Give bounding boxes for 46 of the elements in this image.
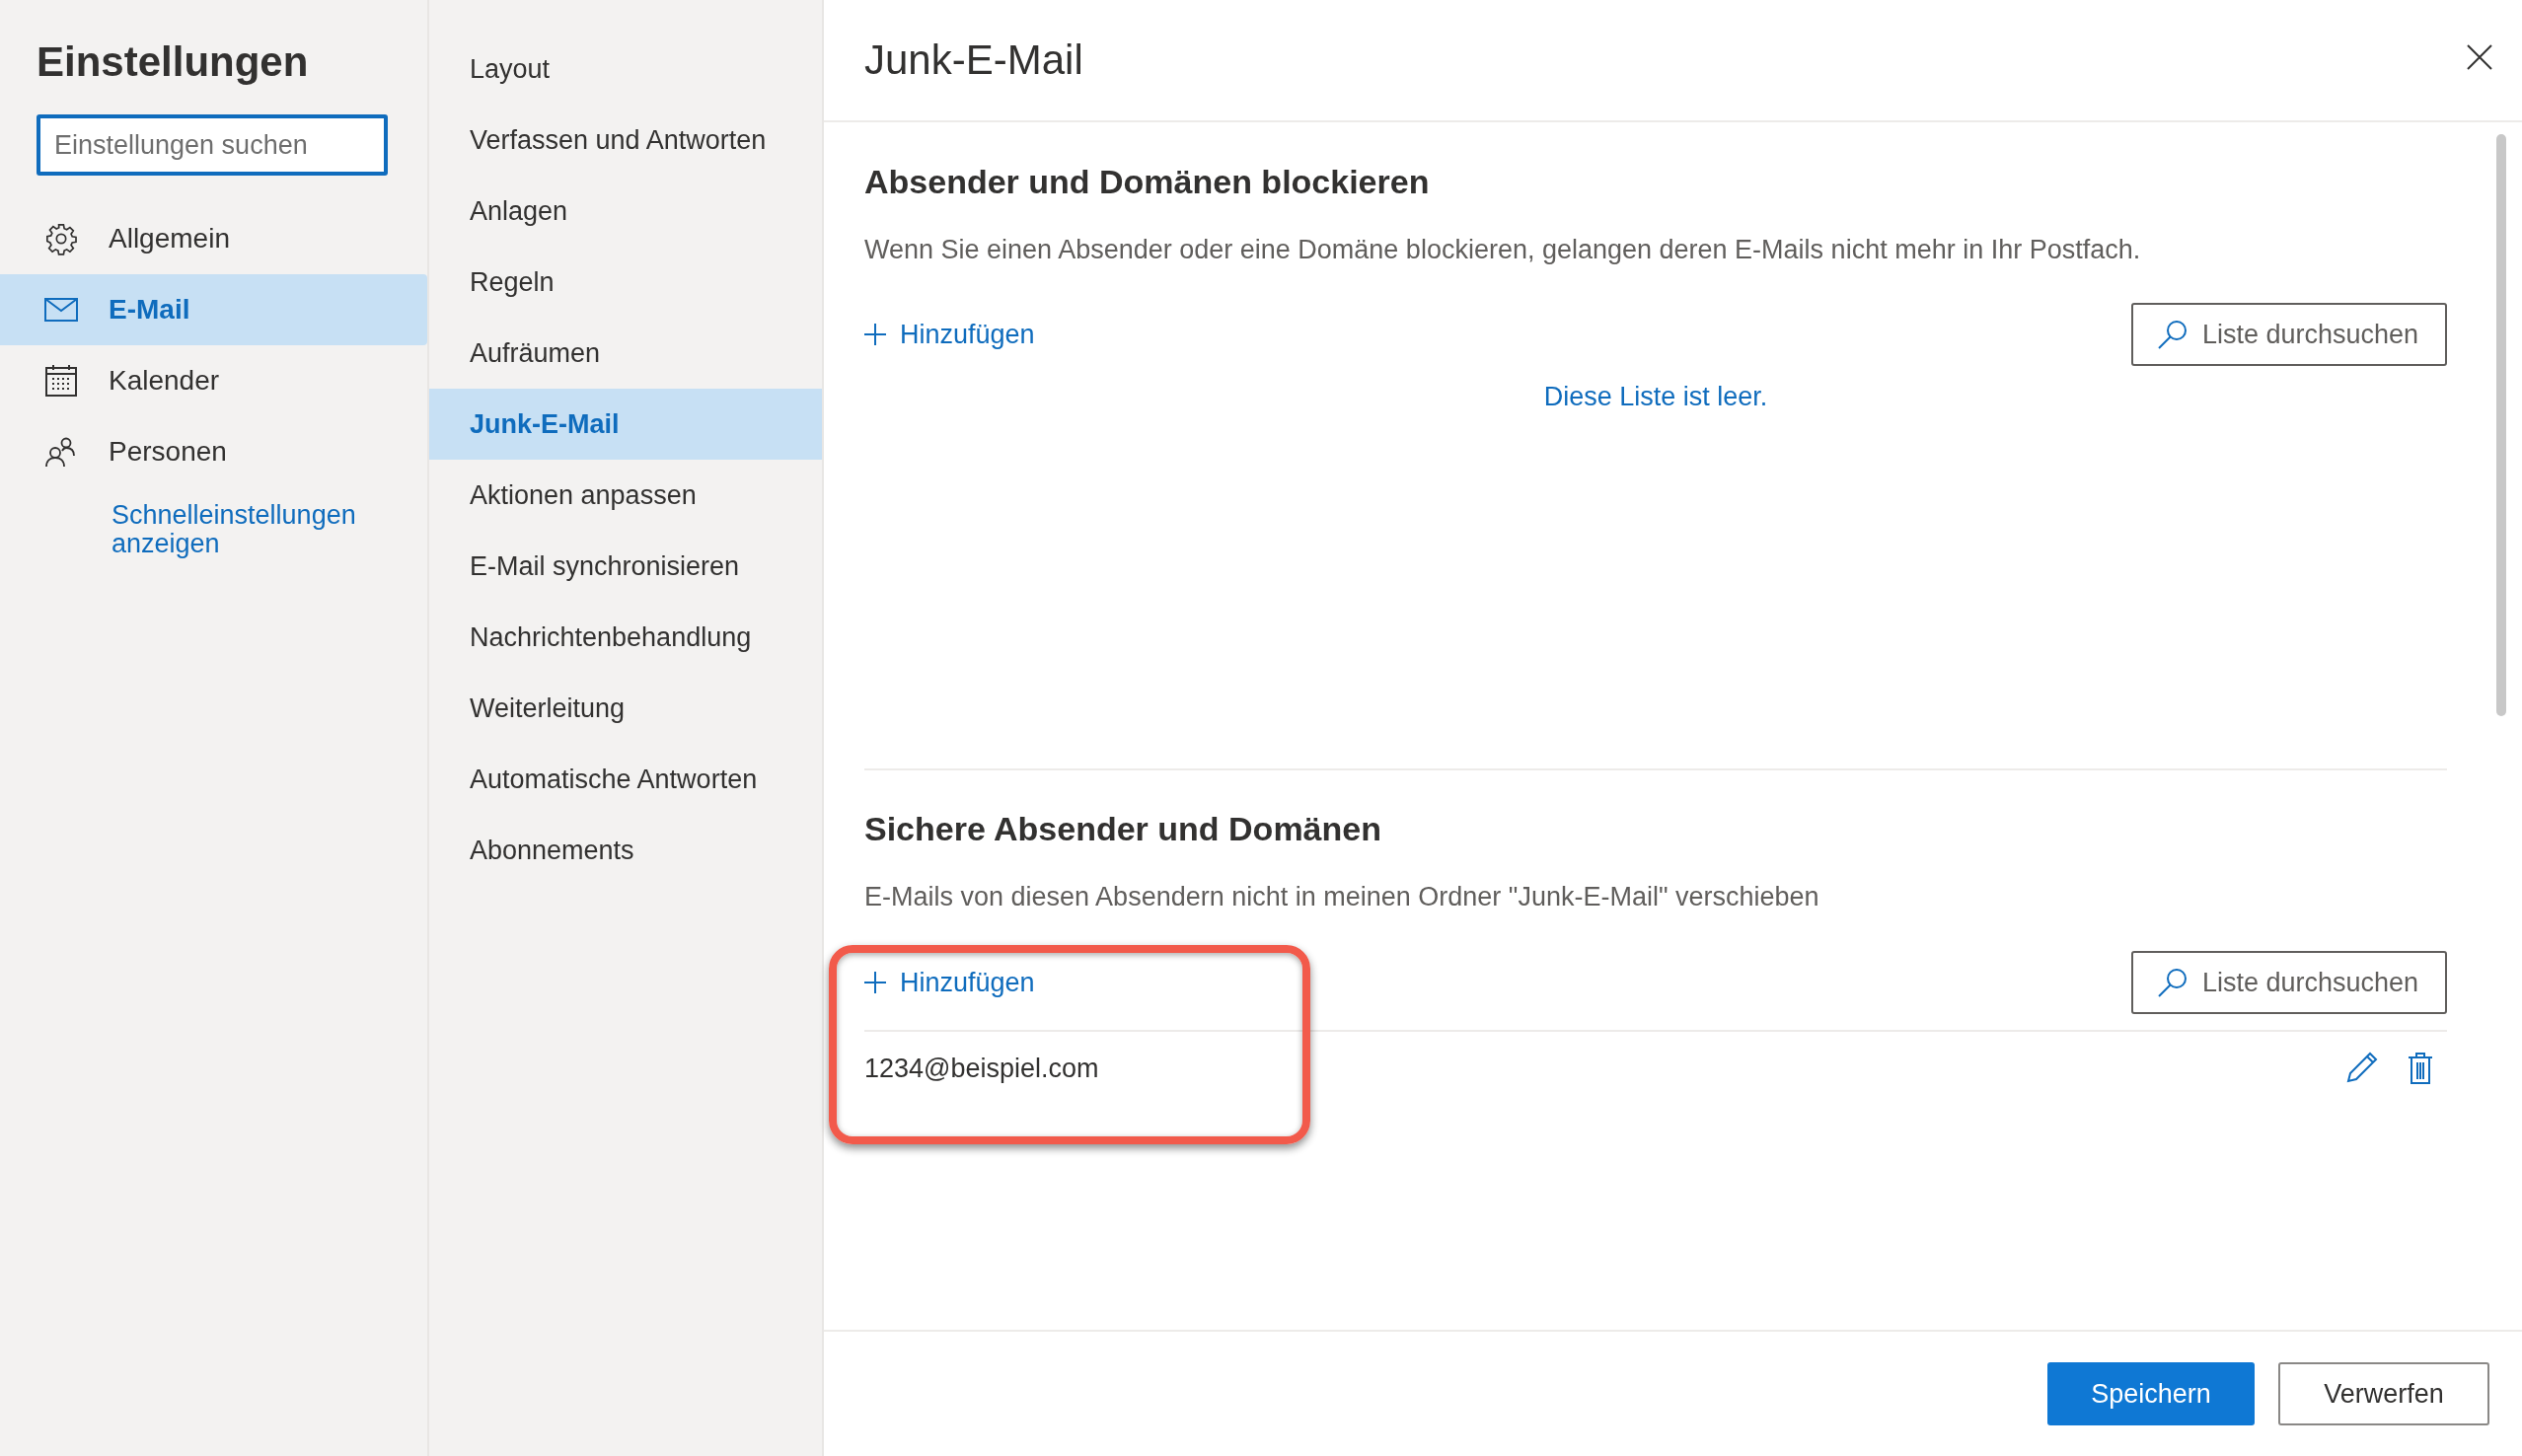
category-item[interactable]: Automatische Antworten (429, 744, 822, 815)
category-item[interactable]: Aktionen anpassen (429, 460, 822, 531)
sidebar-item[interactable]: Kalender (0, 345, 427, 416)
trash-icon (2408, 1052, 2433, 1085)
section-title: Sichere Absender und Domänen (864, 809, 1382, 849)
category-item[interactable]: E-Mail synchronisieren (429, 531, 822, 602)
search-list-button[interactable]: Liste durchsuchen (2131, 951, 2447, 1014)
section-title: Absender und Domänen blockieren (864, 162, 1431, 202)
plus-icon (864, 972, 886, 993)
search-icon (2157, 967, 2188, 998)
category-item[interactable]: Regeln (429, 247, 822, 318)
pane-title: Junk-E-Mail (864, 36, 1083, 84)
discard-button[interactable]: Verwerfen (2278, 1362, 2489, 1425)
mail-icon (44, 298, 78, 322)
category-item[interactable]: Verfassen und Antworten (429, 105, 822, 176)
section-description: Wenn Sie einen Absender oder eine Domäne blockieren, gelangen deren E-Mails nicht mehr in Ihr Postfach. (864, 234, 2142, 266)
sidebar-item[interactable]: E-Mail (0, 274, 427, 345)
category-item[interactable]: Layout (429, 34, 822, 105)
quick-settings-link[interactable]: Schnelleinstellungen anzeigen (111, 501, 388, 558)
save-button[interactable]: Speichern (2047, 1362, 2255, 1425)
category-item[interactable]: Nachrichtenbehandlung (429, 602, 822, 673)
add-link[interactable]: Hinzufügen (864, 967, 1035, 998)
delete-button[interactable] (2408, 1052, 2433, 1085)
sender-address: 1234@beispiel.com (864, 1053, 1099, 1084)
category-item[interactable]: Junk-E-Mail (429, 389, 822, 460)
calendar-icon (44, 364, 78, 398)
gear-icon (44, 222, 78, 255)
sidebar-item[interactable]: Allgemein (0, 203, 427, 274)
category-item[interactable]: Anlagen (429, 176, 822, 247)
close-icon (2467, 44, 2492, 70)
search-list-button[interactable]: Liste durchsuchen (2131, 303, 2447, 366)
sidebar-item[interactable]: Personen (0, 416, 427, 487)
people-icon (44, 436, 76, 468)
plus-icon (864, 324, 886, 345)
search-icon (2157, 319, 2188, 350)
settings-search-field[interactable]: Einstellungen suchen (37, 114, 388, 176)
section-description: E-Mails von diesen Absendern nicht in meinen Ordner "Junk-E-Mail" verschieben (864, 881, 1820, 913)
category-item[interactable]: Abonnements (429, 815, 822, 886)
scrollbar[interactable] (2496, 134, 2506, 716)
pencil-icon (2346, 1052, 2378, 1083)
empty-list-message: Diese Liste ist leer. (1542, 382, 1769, 412)
edit-button[interactable] (2346, 1052, 2378, 1085)
category-item[interactable]: Aufräumen (429, 318, 822, 389)
add-link[interactable]: Hinzufügen (864, 319, 1035, 350)
settings-title: Einstellungen (37, 37, 310, 87)
category-item[interactable]: Weiterleitung (429, 673, 822, 744)
